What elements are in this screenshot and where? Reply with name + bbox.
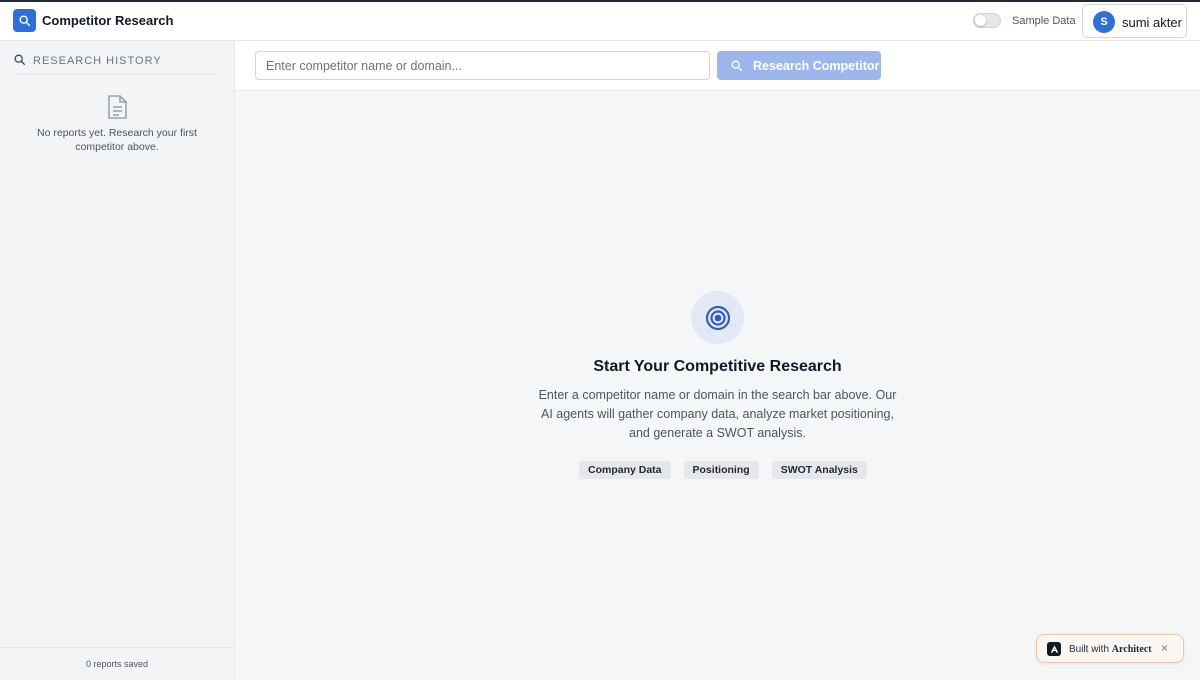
feature-chips: Company Data Positioning SWOT Analysis — [579, 461, 867, 479]
chip-positioning: Positioning — [683, 461, 759, 479]
avatar: S — [1093, 11, 1115, 33]
sidebar: RESEARCH HISTORY No reports yet. Researc… — [0, 41, 235, 680]
research-history-title: RESEARCH HISTORY — [33, 55, 162, 67]
sample-data-toggle[interactable] — [973, 13, 1001, 28]
reports-saved-count: 0 reports saved — [0, 647, 234, 680]
competitor-search-input[interactable] — [255, 51, 710, 80]
chip-swot-analysis: SWOT Analysis — [771, 461, 867, 479]
search-icon — [730, 59, 743, 72]
target-icon — [705, 305, 730, 330]
sample-data-label: Sample Data — [1012, 15, 1076, 27]
built-with-label: Built with Architect — [1069, 644, 1152, 655]
empty-history-message: No reports yet. Research your first comp… — [37, 127, 197, 153]
architect-logo-icon — [1047, 642, 1061, 656]
empty-state-title: Start Your Competitive Research — [593, 358, 842, 375]
research-button-label: Research Competitor — [753, 58, 880, 73]
search-bar: Research Competitor — [235, 41, 1200, 91]
target-icon-badge — [691, 291, 744, 344]
toggle-knob — [975, 15, 986, 26]
top-bar: Competitor Research Sample Data S sumi a… — [0, 2, 1200, 41]
close-icon[interactable]: × — [1161, 641, 1168, 655]
search-icon — [14, 54, 26, 66]
chip-company-data: Company Data — [579, 461, 671, 479]
document-icon — [108, 95, 127, 119]
user-name: sumi akter — [1122, 15, 1182, 30]
research-competitor-button[interactable]: Research Competitor — [717, 51, 881, 80]
search-icon — [19, 15, 31, 27]
research-history-header: RESEARCH HISTORY — [13, 53, 220, 75]
app-logo[interactable] — [13, 9, 36, 32]
empty-state-description: Enter a competitor name or domain in the… — [538, 388, 897, 440]
app-title: Competitor Research — [42, 13, 174, 28]
built-with-badge[interactable]: Built with Architect × — [1036, 634, 1184, 663]
user-menu-button[interactable]: S sumi akter — [1082, 4, 1187, 38]
